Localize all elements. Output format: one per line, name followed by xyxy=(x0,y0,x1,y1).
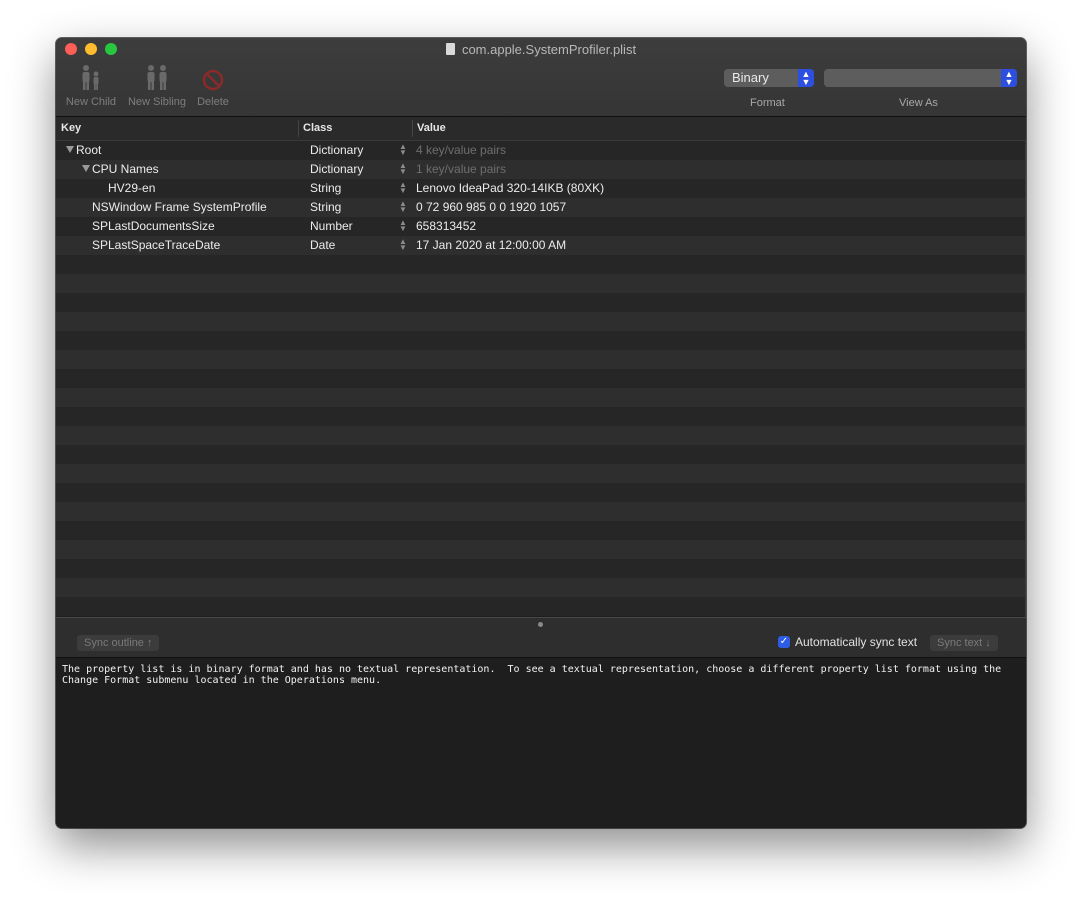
empty-row xyxy=(56,312,1025,331)
row-value: 4 key/value pairs xyxy=(416,143,507,157)
view-as-popup[interactable]: ▲ ▼ xyxy=(824,69,1017,87)
row-class[interactable]: String xyxy=(310,200,341,214)
window-title-text: com.apple.SystemProfiler.plist xyxy=(461,42,637,57)
text-representation-content: The property list is in binary format an… xyxy=(62,664,1002,686)
empty-row xyxy=(56,369,1025,388)
plist-editor-window: com.apple.SystemProfiler.plist New Child xyxy=(56,38,1026,828)
bottom-bar: Sync outline ↑ ✓ Automatically sync text… xyxy=(56,617,1026,658)
outline-row-splastspacetracedate[interactable]: SPLastSpaceTraceDate Date ▲ ▼ 17 Jan 2020… xyxy=(56,236,1025,255)
column-divider[interactable] xyxy=(298,120,299,137)
row-class[interactable]: Dictionary xyxy=(310,143,363,157)
toolbar: com.apple.SystemProfiler.plist New Child xyxy=(56,38,1026,117)
empty-row xyxy=(56,350,1025,369)
empty-row xyxy=(56,578,1025,597)
column-divider[interactable] xyxy=(412,120,413,137)
class-stepper-icon[interactable]: ▲ ▼ xyxy=(399,219,407,233)
delete-label: Delete xyxy=(197,96,229,108)
row-key: NSWindow Frame SystemProfile xyxy=(92,200,267,214)
empty-row xyxy=(56,464,1025,483)
new-sibling-button[interactable]: New Sibling xyxy=(126,64,188,108)
outline-right-border xyxy=(1025,141,1026,617)
empty-row xyxy=(56,293,1025,312)
sync-text-button[interactable]: Sync text ↓ xyxy=(930,635,998,651)
empty-row xyxy=(56,388,1025,407)
outline-row-root[interactable]: Root Dictionary ▲ ▼ 4 key/value pairs xyxy=(56,141,1025,160)
column-header-key[interactable]: Key xyxy=(61,122,81,134)
disclosure-triangle-icon[interactable] xyxy=(66,146,74,153)
empty-row xyxy=(56,274,1025,293)
row-key: Root xyxy=(76,143,102,157)
new-sibling-label: New Sibling xyxy=(127,96,187,108)
empty-row xyxy=(56,483,1025,502)
row-key: SPLastDocumentsSize xyxy=(92,219,215,233)
empty-row xyxy=(56,255,1025,274)
empty-row xyxy=(56,331,1025,350)
format-popup[interactable]: Binary ▲ ▼ xyxy=(724,69,814,87)
row-value[interactable]: 17 Jan 2020 at 12:00:00 AM xyxy=(416,238,566,252)
empty-row xyxy=(56,521,1025,540)
empty-row xyxy=(56,445,1025,464)
new-child-label: New Child xyxy=(65,96,117,108)
outline-row-hv29-en[interactable]: HV29-en String ▲ ▼ Lenovo IdeaPad 320-14I… xyxy=(56,179,1025,198)
class-stepper-icon[interactable]: ▲ ▼ xyxy=(399,143,407,157)
popup-chevron-icon: ▲ ▼ xyxy=(1001,69,1017,87)
outline-row-splastdocumentssize[interactable]: SPLastDocumentsSize Number ▲ ▼ 658313452 xyxy=(56,217,1025,236)
class-stepper-icon[interactable]: ▲ ▼ xyxy=(399,181,407,195)
row-class[interactable]: Number xyxy=(310,219,353,233)
class-stepper-icon[interactable]: ▲ ▼ xyxy=(399,162,407,176)
disclosure-triangle-icon[interactable] xyxy=(82,165,90,172)
column-header-value[interactable]: Value xyxy=(417,122,446,134)
popup-chevron-icon: ▲ ▼ xyxy=(798,69,814,87)
outline-row-cpu-names[interactable]: CPU Names Dictionary ▲ ▼ 1 key/value pair… xyxy=(56,160,1025,179)
row-value: 1 key/value pairs xyxy=(416,162,507,176)
empty-row xyxy=(56,407,1025,426)
row-class[interactable]: Date xyxy=(310,238,335,252)
view-as-label: View As xyxy=(899,97,938,109)
row-class[interactable]: String xyxy=(310,181,341,195)
class-stepper-icon[interactable]: ▲ ▼ xyxy=(399,238,407,252)
outline-header: Key Class Value xyxy=(56,117,1026,141)
format-popup-value: Binary xyxy=(732,70,769,85)
empty-row xyxy=(56,597,1025,616)
text-representation-area[interactable]: The property list is in binary format an… xyxy=(56,657,1026,828)
row-key: CPU Names xyxy=(92,162,159,176)
new-sibling-icon xyxy=(147,65,167,90)
row-value[interactable]: Lenovo IdeaPad 320-14IKB (80XK) xyxy=(416,181,604,195)
row-value[interactable]: 658313452 xyxy=(416,219,476,233)
outline-row-nswindow-frame[interactable]: NSWindow Frame SystemProfile String ▲ ▼ 0… xyxy=(56,198,1025,217)
row-key: SPLastSpaceTraceDate xyxy=(92,238,221,252)
new-child-icon xyxy=(82,65,99,90)
class-stepper-icon[interactable]: ▲ ▼ xyxy=(399,200,407,214)
delete-button[interactable]: Delete xyxy=(194,64,232,108)
column-header-class[interactable]: Class xyxy=(303,122,332,134)
row-key: HV29-en xyxy=(108,181,156,195)
sync-outline-button[interactable]: Sync outline ↑ xyxy=(77,635,160,651)
empty-row xyxy=(56,559,1025,578)
new-child-button[interactable]: New Child xyxy=(64,64,118,108)
delete-icon xyxy=(202,69,224,91)
outline-view[interactable]: Root Dictionary ▲ ▼ 4 key/value pairs CPU… xyxy=(56,141,1025,617)
auto-sync-checkbox[interactable]: ✓ xyxy=(778,636,790,648)
empty-row xyxy=(56,502,1025,521)
row-class[interactable]: Dictionary xyxy=(310,162,363,176)
row-value[interactable]: 0 72 960 985 0 0 1920 1057 xyxy=(416,200,566,214)
format-label: Format xyxy=(750,97,785,109)
auto-sync-label[interactable]: Automatically sync text xyxy=(795,635,917,649)
window-title: com.apple.SystemProfiler.plist xyxy=(56,42,1026,57)
document-icon xyxy=(445,43,455,55)
split-view-handle[interactable] xyxy=(538,622,543,627)
empty-row xyxy=(56,426,1025,445)
empty-row xyxy=(56,540,1025,559)
